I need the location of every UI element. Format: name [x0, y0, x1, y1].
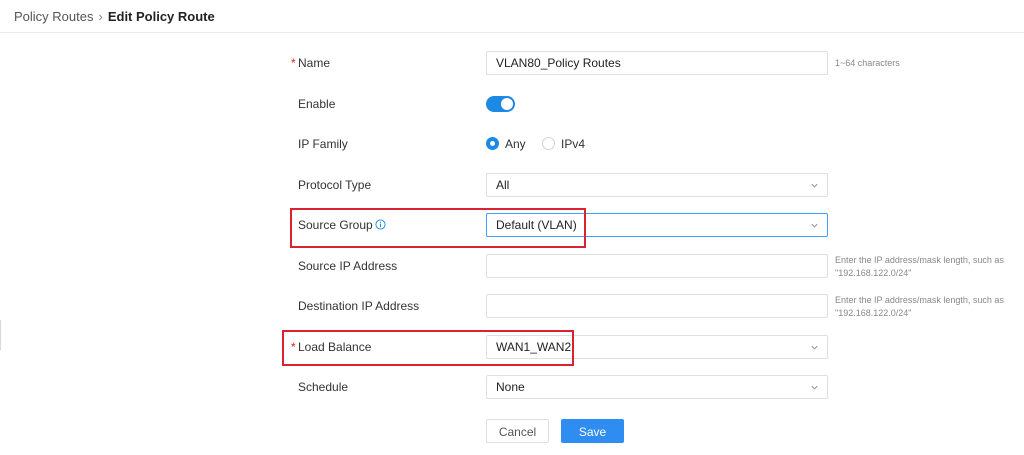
destination-ip-hint-line2: "192.168.122.0/24": [835, 308, 912, 318]
page-title: Edit Policy Route: [107, 8, 215, 24]
save-button[interactable]: Save: [561, 419, 624, 443]
protocol-type-select[interactable]: All: [486, 173, 828, 197]
enable-toggle[interactable]: [486, 96, 515, 112]
ip-family-any-radio[interactable]: [486, 137, 499, 150]
header-divider: [0, 32, 1024, 33]
cancel-button[interactable]: Cancel: [486, 419, 549, 443]
form-row-load-balance: * Load Balance WAN1_WAN2: [0, 332, 1024, 362]
schedule-label: Schedule: [298, 380, 349, 394]
form-row-schedule: Schedule None: [0, 372, 1024, 402]
load-balance-label: * Load Balance: [291, 332, 371, 362]
load-balance-select[interactable]: WAN1_WAN2: [486, 335, 828, 359]
schedule-select[interactable]: None: [486, 375, 828, 399]
source-group-select[interactable]: Default (VLAN): [486, 213, 828, 237]
source-ip-label: Source IP Address: [298, 259, 398, 273]
destination-ip-hint-line1: Enter the IP address/mask length, such a…: [835, 295, 1004, 305]
breadcrumb-policy-routes-link[interactable]: Policy Routes: [14, 9, 93, 24]
form-row-name: * Name 1~64 characters: [0, 48, 1024, 78]
required-mark: *: [291, 340, 296, 354]
ip-family-ipv4-label[interactable]: IPv4: [561, 129, 585, 159]
required-mark: *: [291, 56, 296, 70]
ip-family-any-label[interactable]: Any: [505, 129, 526, 159]
source-ip-input[interactable]: [486, 254, 828, 278]
form-row-ip-family: IP Family Any IPv4: [0, 129, 1024, 159]
source-group-label: Source Group: [298, 210, 386, 240]
form-row-source-ip: Source IP Address Enter the IP address/m…: [0, 251, 1024, 281]
breadcrumb: Policy Routes › Edit Policy Route: [14, 6, 215, 26]
chevron-down-icon: [811, 345, 818, 350]
chevron-down-icon: [811, 183, 818, 188]
chevron-down-icon: [811, 223, 818, 228]
destination-ip-label: Destination IP Address: [298, 299, 420, 313]
form-row-source-group: Source Group Default (VLAN): [0, 210, 1024, 240]
source-ip-hint-line2: "192.168.122.0/24": [835, 268, 912, 278]
destination-ip-input[interactable]: [486, 294, 828, 318]
name-label: * Name: [291, 48, 330, 78]
chevron-down-icon: [811, 385, 818, 390]
ip-family-ipv4-radio[interactable]: [542, 137, 555, 150]
name-hint: 1~64 characters: [835, 58, 900, 68]
name-input[interactable]: [486, 51, 828, 75]
source-ip-hint-line1: Enter the IP address/mask length, such a…: [835, 255, 1004, 265]
form-row-enable: Enable: [0, 89, 1024, 119]
form-row-protocol-type: Protocol Type All: [0, 170, 1024, 200]
protocol-type-label: Protocol Type: [298, 178, 372, 192]
info-icon[interactable]: [375, 219, 386, 230]
toggle-knob: [501, 98, 513, 110]
chevron-right-icon: ›: [98, 8, 103, 24]
ip-family-label: IP Family: [298, 137, 348, 151]
form-row-destination-ip: Destination IP Address Enter the IP addr…: [0, 291, 1024, 321]
enable-label: Enable: [298, 97, 336, 111]
